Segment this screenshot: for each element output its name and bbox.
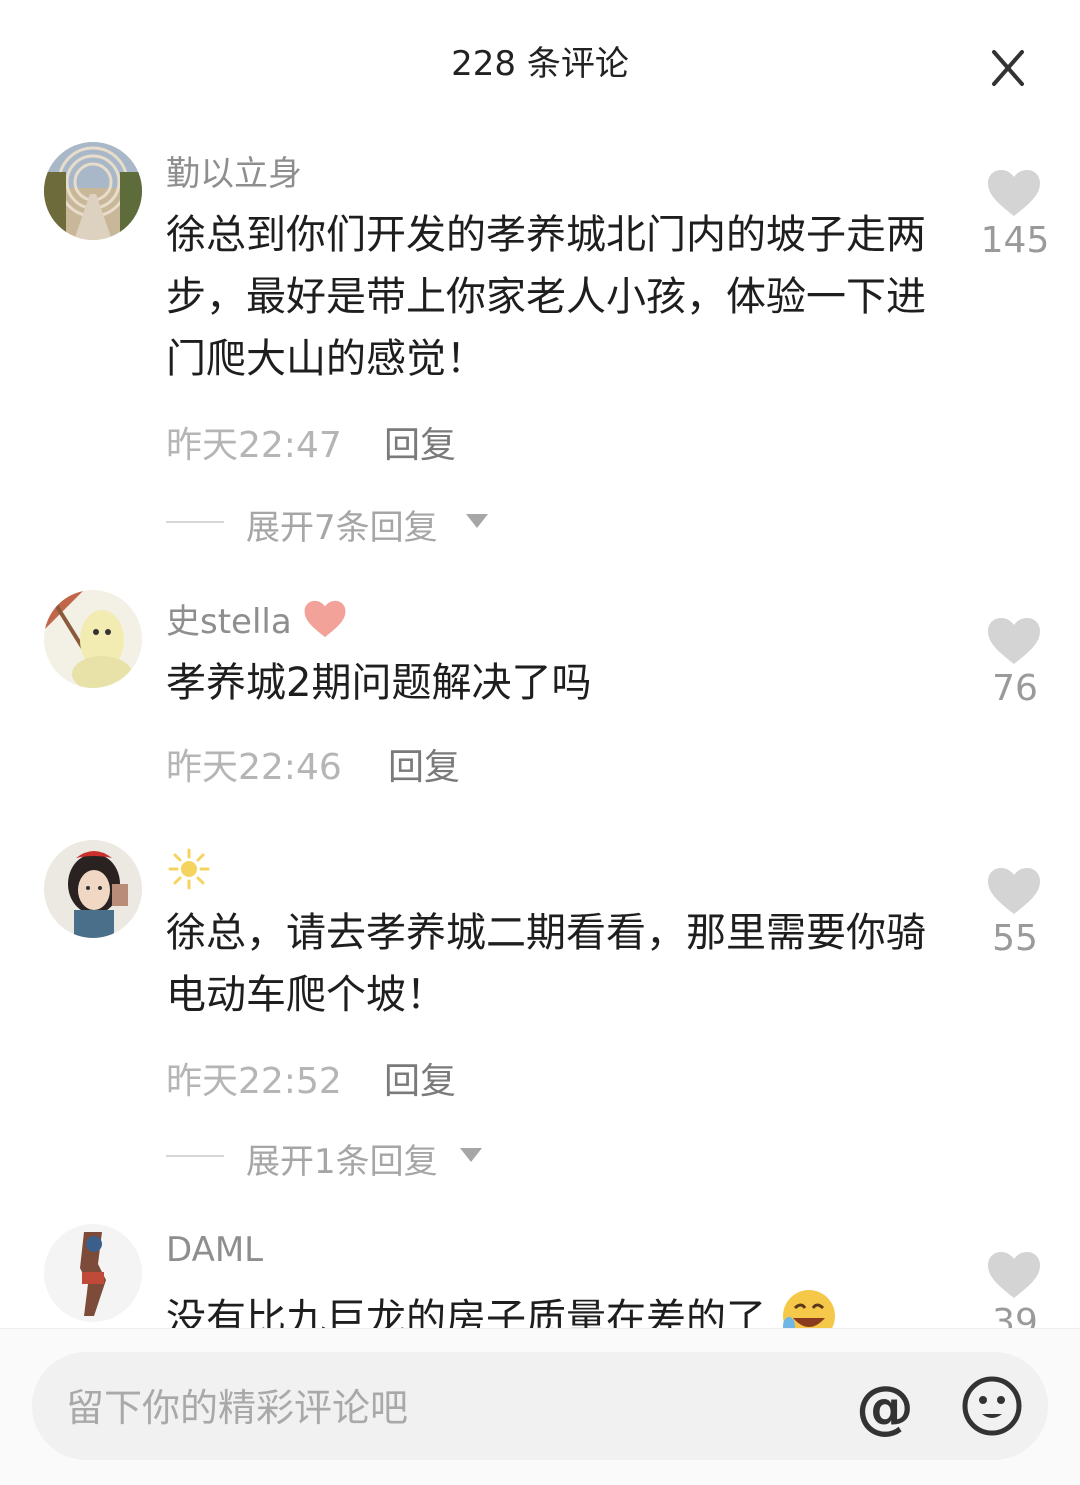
close-button[interactable] bbox=[984, 46, 1032, 90]
close-icon bbox=[992, 50, 1024, 86]
like-count: 145 bbox=[980, 220, 1050, 261]
comment-input[interactable] bbox=[64, 1382, 788, 1434]
avatar[interactable] bbox=[44, 142, 142, 240]
expand-replies-label: 展开7条回复 bbox=[246, 508, 438, 548]
like-button[interactable] bbox=[986, 168, 1042, 218]
heart-icon bbox=[988, 868, 1040, 914]
caret-down-icon bbox=[460, 1148, 482, 1162]
username[interactable]: 勤以立身 bbox=[166, 146, 302, 195]
comments-header: 228 条评论 bbox=[0, 0, 1080, 120]
comment-text: 徐总到你们开发的孝养城北门内的坡子走两步，最好是带上你家老人小孩，体验一下进门爬… bbox=[166, 212, 926, 382]
like-count: 55 bbox=[992, 918, 1038, 959]
username[interactable]: 史stella bbox=[166, 594, 347, 643]
heart-emoji-icon bbox=[304, 600, 345, 638]
comment-time: 昨天22:47 bbox=[166, 425, 342, 466]
expand-replies-label: 展开1条回复 bbox=[246, 1142, 438, 1182]
avatar[interactable] bbox=[44, 1224, 142, 1322]
heart-icon bbox=[988, 618, 1040, 664]
heart-icon bbox=[988, 1252, 1040, 1298]
username[interactable] bbox=[166, 844, 226, 892]
heart-icon bbox=[988, 170, 1040, 216]
reply-button[interactable]: 回复 bbox=[384, 416, 456, 468]
expand-divider bbox=[166, 1155, 224, 1157]
like-button[interactable] bbox=[986, 1250, 1042, 1300]
comment-time: 昨天22:46 bbox=[166, 747, 342, 788]
avatar[interactable] bbox=[44, 590, 142, 688]
comment-text: 徐总，请去孝养城二期看看，那里需要你骑电动车爬个坡！ bbox=[166, 910, 926, 1018]
reply-button[interactable]: 回复 bbox=[384, 1052, 456, 1104]
sparkle-icon bbox=[168, 848, 210, 890]
smiley-icon bbox=[962, 1376, 1022, 1436]
comment-text: 孝养城2期问题解决了吗 bbox=[166, 660, 592, 706]
username[interactable]: DAML bbox=[166, 1230, 263, 1270]
comment-composer: @ bbox=[32, 1352, 1048, 1460]
expand-divider bbox=[166, 521, 224, 523]
comment-time: 昨天22:52 bbox=[166, 1061, 342, 1102]
emoji-button[interactable] bbox=[960, 1374, 1024, 1438]
expand-replies-button[interactable]: 展开7条回复 bbox=[166, 500, 496, 548]
caret-down-icon bbox=[466, 514, 488, 528]
expand-replies-button[interactable]: 展开1条回复 bbox=[166, 1134, 496, 1182]
avatar[interactable] bbox=[44, 840, 142, 938]
like-button[interactable] bbox=[986, 616, 1042, 666]
mention-button[interactable]: @ bbox=[852, 1374, 918, 1440]
like-count: 76 bbox=[992, 668, 1038, 709]
comment-count-title: 228 条评论 bbox=[451, 44, 629, 84]
reply-button[interactable]: 回复 bbox=[388, 738, 460, 790]
like-button[interactable] bbox=[986, 866, 1042, 916]
username-text: 史stella bbox=[166, 602, 292, 642]
